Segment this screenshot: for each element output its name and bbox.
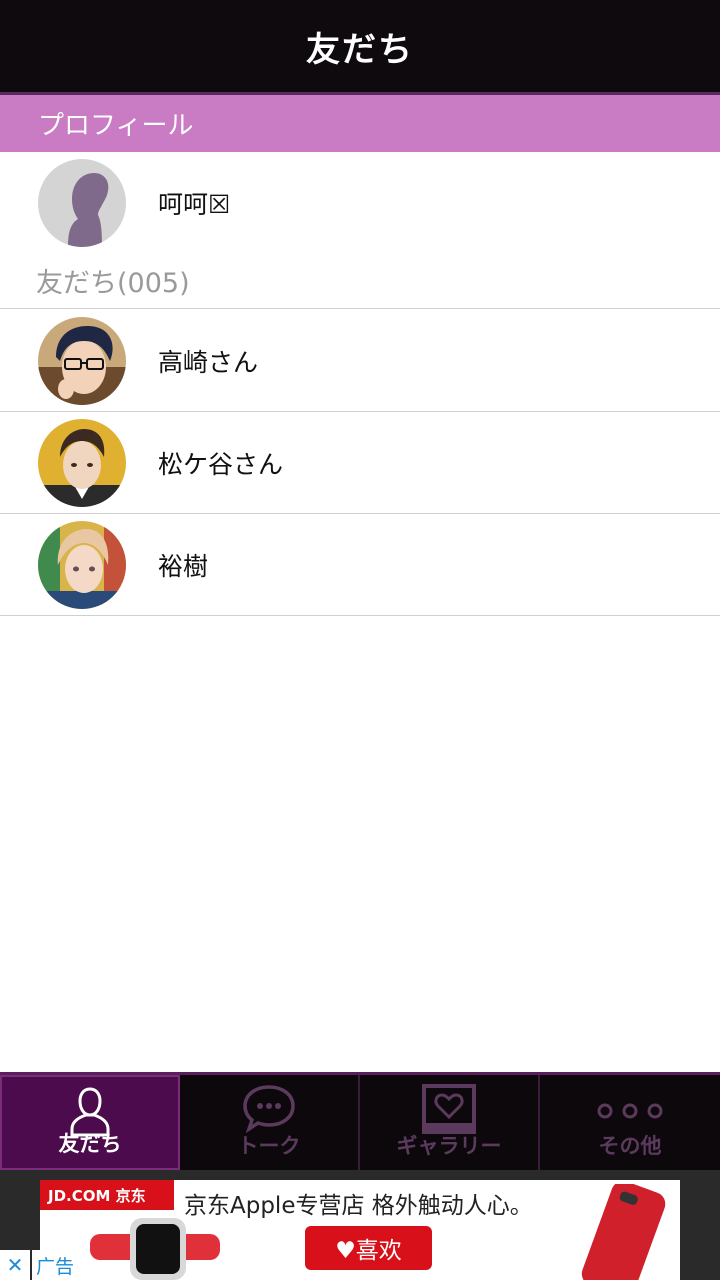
- friend-avatar: [38, 317, 126, 405]
- friends-section-header: 友だち(005): [0, 253, 720, 309]
- chat-bubble-icon: [241, 1083, 297, 1137]
- ad-banner[interactable]: JD.COM 京东 京东Apple专营店 格外触动人心。 ♥喜欢: [0, 1170, 720, 1280]
- friend-avatar: [38, 419, 126, 507]
- app-header: 友だち: [0, 0, 720, 95]
- more-dots-icon: [595, 1101, 665, 1125]
- friend-name: 高崎さん: [158, 347, 259, 377]
- profile-section-header: プロフィール: [0, 95, 720, 152]
- profile-avatar: [38, 159, 126, 247]
- ad-headline: 京东Apple专营店 格外触动人心。: [184, 1193, 533, 1219]
- profile-name: 呵呵☒: [158, 189, 231, 219]
- person-icon: [66, 1085, 114, 1141]
- friend-row[interactable]: 松ケ谷さん: [0, 412, 720, 514]
- tab-bar: 友だち トーク ギャラリー その他: [0, 1072, 720, 1170]
- profile-row[interactable]: 呵呵☒: [0, 152, 720, 254]
- friend-name: 松ケ谷さん: [158, 449, 284, 479]
- page-title: 友だち: [306, 29, 414, 70]
- tab-friends[interactable]: 友だち: [0, 1075, 180, 1170]
- tab-label: その他: [598, 1134, 662, 1158]
- watch-product-image: [90, 1218, 220, 1280]
- friend-avatar: [38, 521, 126, 609]
- heart-frame-icon: [421, 1083, 477, 1139]
- tab-gallery[interactable]: ギャラリー: [360, 1075, 540, 1170]
- friend-name: 裕樹: [158, 551, 209, 581]
- ad-close-button[interactable]: ✕: [0, 1250, 30, 1280]
- phone-product-image: [581, 1184, 666, 1280]
- ad-content[interactable]: JD.COM 京东 京东Apple专营店 格外触动人心。 ♥喜欢: [40, 1180, 680, 1280]
- tab-talk[interactable]: トーク: [180, 1075, 360, 1170]
- ad-like-button[interactable]: ♥喜欢: [305, 1226, 432, 1270]
- tab-more[interactable]: その他: [540, 1075, 720, 1170]
- friend-row[interactable]: 裕樹: [0, 514, 720, 616]
- ad-label: 广告: [32, 1250, 79, 1280]
- ad-brand-logo: JD.COM 京东: [40, 1180, 174, 1210]
- friend-row[interactable]: 高崎さん: [0, 310, 720, 412]
